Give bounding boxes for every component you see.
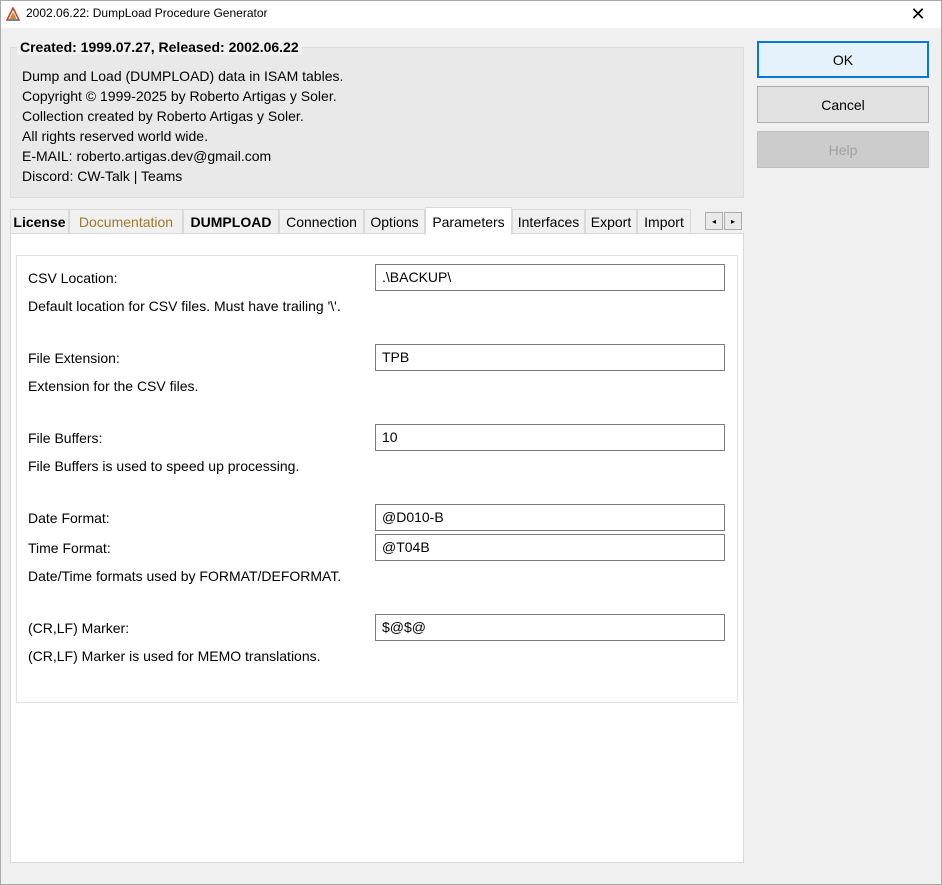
window-title: 2002.06.22: DumpLoad Procedure Generator — [26, 6, 268, 20]
tab-dumpload[interactable]: DUMPLOAD — [183, 209, 279, 234]
file-extension-label: File Extension: — [28, 350, 120, 366]
tab-connection[interactable]: Connection — [279, 209, 364, 234]
ok-button[interactable]: OK — [757, 41, 929, 78]
file-buffers-label: File Buffers: — [28, 430, 103, 446]
crlf-marker-help: (CR,LF) Marker is used for MEMO translat… — [28, 648, 321, 664]
csv-location-label: CSV Location: — [28, 270, 118, 286]
header-line: Collection created by Roberto Artigas y … — [22, 108, 304, 124]
time-format-label: Time Format: — [28, 540, 111, 556]
dialog-window: 2002.06.22: DumpLoad Procedure Generator… — [0, 0, 942, 885]
header-line: Discord: CW-Talk | Teams — [22, 168, 183, 184]
crlf-marker-field[interactable]: $@$@ — [375, 614, 725, 641]
file-buffers-help: File Buffers is used to speed up process… — [28, 458, 300, 474]
crlf-marker-label: (CR,LF) Marker: — [28, 620, 130, 636]
app-icon — [6, 7, 20, 21]
tab-strip: License Documentation DUMPLOAD Connectio… — [10, 207, 744, 235]
tab-import[interactable]: Import — [637, 209, 691, 234]
date-format-field[interactable]: @D010-B — [375, 504, 725, 531]
tab-parameters[interactable]: Parameters — [425, 207, 512, 235]
title-bar: 2002.06.22: DumpLoad Procedure Generator… — [1, 1, 941, 28]
tab-scroll-left-icon[interactable]: ◂ — [705, 212, 723, 230]
csv-location-help: Default location for CSV files. Must hav… — [28, 298, 341, 314]
header-line: E-MAIL: roberto.artigas.dev@gmail.com — [22, 148, 272, 164]
header-line: Copyright © 1999-2025 by Roberto Artigas… — [22, 88, 337, 104]
date-format-label: Date Format: — [28, 510, 110, 526]
tab-interfaces[interactable]: Interfaces — [512, 209, 585, 234]
tab-documentation[interactable]: Documentation — [69, 209, 183, 234]
tab-license[interactable]: License — [10, 209, 69, 234]
date-time-format-help: Date/Time formats used by FORMAT/DEFORMA… — [28, 568, 342, 584]
header-line: Dump and Load (DUMPLOAD) data in ISAM ta… — [22, 68, 344, 84]
csv-location-field[interactable]: .\BACKUP\ — [375, 264, 725, 291]
cancel-button[interactable]: Cancel — [757, 86, 929, 123]
tab-scroll-right-icon[interactable]: ▸ — [724, 212, 742, 230]
header-caption: Created: 1999.07.27, Released: 2002.06.2… — [17, 39, 302, 55]
tab-export[interactable]: Export — [585, 209, 637, 234]
time-format-field[interactable]: @T04B — [375, 534, 725, 561]
close-icon[interactable]: ✕ — [895, 1, 941, 28]
file-extension-field[interactable]: TPB — [375, 344, 725, 371]
header-description: Dump and Load (DUMPLOAD) data in ISAM ta… — [22, 66, 343, 186]
file-extension-help: Extension for the CSV files. — [28, 378, 199, 394]
help-button[interactable]: Help — [757, 131, 929, 168]
header-line: All rights reserved world wide. — [22, 128, 208, 144]
file-buffers-field[interactable]: 10 — [375, 424, 725, 451]
tab-options[interactable]: Options — [364, 209, 425, 234]
